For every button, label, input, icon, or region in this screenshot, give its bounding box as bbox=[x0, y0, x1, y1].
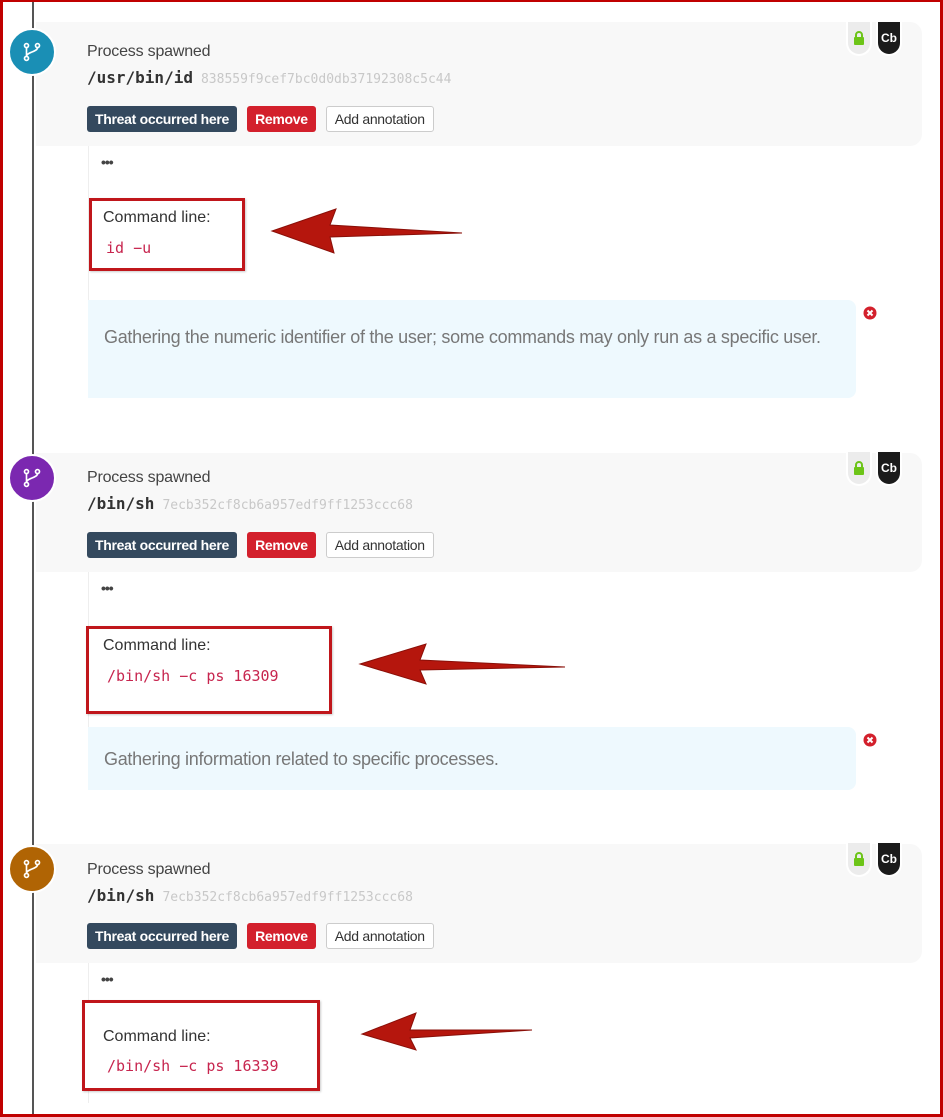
process-node[interactable] bbox=[8, 845, 56, 893]
more-options-icon[interactable]: ••• bbox=[101, 971, 114, 987]
add-annotation-button[interactable]: Add annotation bbox=[325, 532, 434, 558]
annotation-note: Gathering information related to specifi… bbox=[88, 727, 856, 790]
event-title: Process spawned bbox=[87, 469, 211, 486]
command-line-box: Command line: id −u bbox=[89, 198, 245, 271]
lock-badge[interactable] bbox=[846, 452, 872, 486]
process-hash[interactable]: 838559f9cef7bc0d0db37192308c5c44 bbox=[201, 72, 451, 87]
lock-icon bbox=[854, 852, 864, 866]
event-badges: Cb bbox=[846, 843, 902, 877]
event-title: Process spawned bbox=[87, 861, 211, 878]
timeline-line bbox=[32, 0, 34, 1117]
annotation-arrow bbox=[360, 1012, 533, 1051]
cb-badge[interactable]: Cb bbox=[876, 843, 902, 877]
process-node[interactable] bbox=[8, 28, 56, 76]
event-actions: Threat occurred here Remove Add annotati… bbox=[87, 106, 434, 132]
remove-button[interactable]: Remove bbox=[247, 532, 316, 558]
lock-icon bbox=[854, 461, 864, 475]
lock-badge[interactable] bbox=[846, 843, 872, 877]
command-line-box: Command line: /bin/sh −c ps 16309 bbox=[86, 626, 332, 714]
remove-button[interactable]: Remove bbox=[247, 106, 316, 132]
command-line-value: id −u bbox=[106, 239, 152, 257]
add-annotation-button[interactable]: Add annotation bbox=[325, 923, 434, 949]
process-path: /bin/sh bbox=[87, 886, 155, 905]
cb-badge[interactable]: Cb bbox=[876, 452, 902, 486]
command-line-label: Command line: bbox=[103, 637, 211, 654]
annotation-arrow bbox=[358, 643, 566, 685]
annotation-arrow bbox=[270, 208, 463, 254]
event-actions: Threat occurred here Remove Add annotati… bbox=[87, 532, 434, 558]
process-path: /bin/sh bbox=[87, 494, 155, 513]
cb-badge[interactable]: Cb bbox=[876, 22, 902, 56]
process-path-line: /bin/sh 7ecb352cf8cb6a957edf9ff1253ccc68 bbox=[87, 886, 413, 905]
annotation-note: Gathering the numeric identifier of the … bbox=[88, 300, 856, 398]
fork-icon bbox=[23, 42, 41, 62]
close-icon[interactable] bbox=[863, 306, 877, 320]
event-actions: Threat occurred here Remove Add annotati… bbox=[87, 923, 434, 949]
remove-button[interactable]: Remove bbox=[247, 923, 316, 949]
threat-occurred-button[interactable]: Threat occurred here bbox=[87, 923, 238, 949]
lock-badge[interactable] bbox=[846, 22, 872, 56]
fork-icon bbox=[23, 468, 41, 488]
command-line-label: Command line: bbox=[103, 209, 211, 226]
event-badges: Cb bbox=[846, 22, 902, 56]
command-line-box: Command line: /bin/sh −c ps 16339 bbox=[82, 1000, 320, 1091]
process-path: /usr/bin/id bbox=[87, 68, 193, 87]
threat-occurred-button[interactable]: Threat occurred here bbox=[87, 106, 238, 132]
more-options-icon[interactable]: ••• bbox=[101, 154, 114, 170]
command-line-value: /bin/sh −c ps 16309 bbox=[107, 667, 279, 685]
command-line-value: /bin/sh −c ps 16339 bbox=[107, 1057, 279, 1075]
process-path-line: /bin/sh 7ecb352cf8cb6a957edf9ff1253ccc68 bbox=[87, 494, 413, 513]
command-line-label: Command line: bbox=[103, 1028, 211, 1045]
lock-icon bbox=[854, 31, 864, 45]
close-icon[interactable] bbox=[863, 733, 877, 747]
event-badges: Cb bbox=[846, 452, 902, 486]
process-hash[interactable]: 7ecb352cf8cb6a957edf9ff1253ccc68 bbox=[162, 890, 412, 905]
add-annotation-button[interactable]: Add annotation bbox=[325, 106, 434, 132]
process-path-line: /usr/bin/id 838559f9cef7bc0d0db37192308c5… bbox=[87, 68, 451, 87]
process-hash[interactable]: 7ecb352cf8cb6a957edf9ff1253ccc68 bbox=[162, 498, 412, 513]
event-title: Process spawned bbox=[87, 43, 211, 60]
fork-icon bbox=[23, 859, 41, 879]
more-options-icon[interactable]: ••• bbox=[101, 580, 114, 596]
threat-occurred-button[interactable]: Threat occurred here bbox=[87, 532, 238, 558]
process-node[interactable] bbox=[8, 454, 56, 502]
